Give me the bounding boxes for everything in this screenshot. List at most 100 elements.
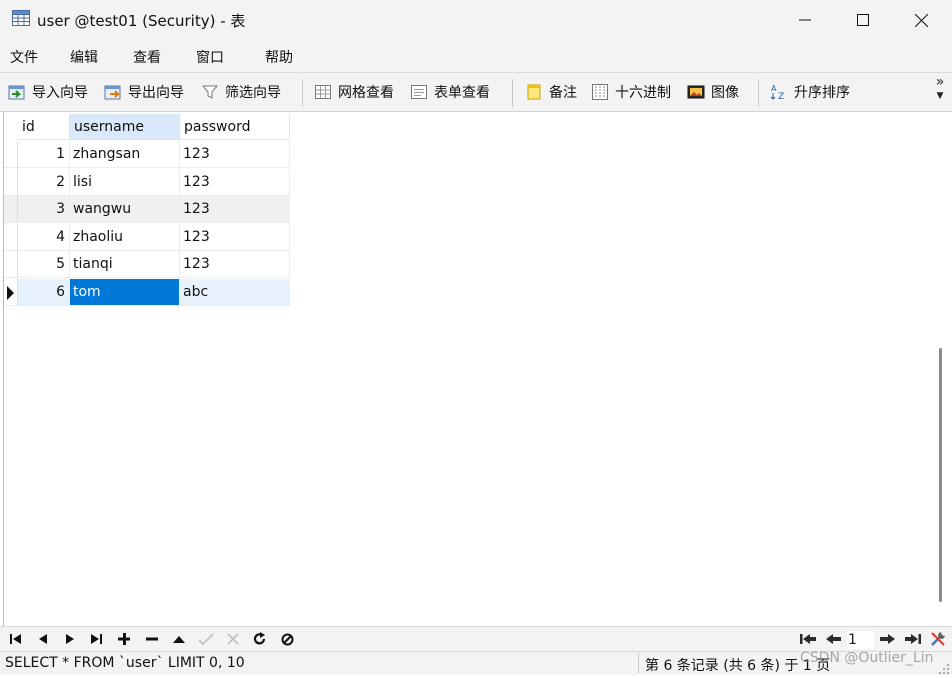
row-indicator[interactable] (4, 279, 18, 306)
minimize-button[interactable] (776, 0, 834, 40)
cell-password[interactable]: 123 (180, 224, 290, 251)
cell-password[interactable]: 123 (180, 141, 290, 168)
note-icon (525, 83, 543, 101)
sort-ascending-icon: AZ (770, 83, 788, 102)
toolbar-more-button[interactable]: » ▼ (932, 75, 948, 109)
resize-grip-icon[interactable] (938, 660, 950, 674)
add-record-button[interactable] (113, 628, 135, 650)
grid-view-button[interactable]: 网格查看 (314, 79, 394, 105)
picture-icon (687, 83, 705, 101)
status-separator (638, 653, 639, 673)
maximize-icon (857, 14, 869, 26)
close-icon (914, 13, 928, 27)
page-number-input[interactable]: 1 (847, 631, 874, 649)
svg-text:A: A (771, 84, 777, 93)
cell-id[interactable]: 2 (18, 169, 70, 196)
column-header-password[interactable]: password (180, 114, 290, 140)
hex-button[interactable]: 十六进制 (591, 79, 671, 105)
cell-username[interactable]: zhaoliu (70, 224, 180, 251)
menu-view[interactable]: 查看 (133, 47, 161, 67)
menu-window[interactable]: 窗口 (196, 47, 224, 67)
prev-page-button[interactable] (823, 628, 845, 650)
grid-view-label: 网格查看 (338, 85, 394, 101)
selected-cell-username[interactable]: tom (70, 279, 180, 306)
cell-password[interactable]: 123 (180, 251, 290, 278)
apply-icon (173, 636, 185, 643)
menu-help[interactable]: 帮助 (265, 47, 293, 67)
row-indicator[interactable] (4, 224, 18, 251)
tools-icon (931, 632, 945, 646)
form-view-label: 表单查看 (434, 85, 490, 101)
export-wizard-label: 导出向导 (128, 85, 184, 101)
first-page-button[interactable] (797, 628, 819, 650)
column-header-username[interactable]: username (70, 114, 180, 140)
cell-username[interactable]: zhangsan (70, 141, 180, 168)
column-header-id[interactable]: id (18, 114, 70, 140)
import-icon (8, 83, 26, 101)
cancel-button[interactable] (222, 628, 244, 650)
cell-id[interactable]: 4 (18, 224, 70, 251)
scrollbar-thumb[interactable] (939, 348, 942, 602)
refresh-icon (253, 632, 266, 645)
menu-edit[interactable]: 编辑 (70, 47, 98, 67)
delete-record-icon (146, 637, 158, 641)
refresh-button[interactable] (249, 628, 271, 650)
cell-password[interactable]: 123 (180, 169, 290, 196)
toolbar-separator (302, 79, 303, 107)
cell-username[interactable]: lisi (70, 169, 180, 196)
cell-id[interactable]: 1 (18, 141, 70, 168)
image-button[interactable]: 图像 (687, 79, 739, 105)
import-wizard-button[interactable]: 导入向导 (8, 79, 88, 105)
cell-username[interactable]: wangwu (70, 196, 180, 223)
export-wizard-button[interactable]: 导出向导 (104, 79, 184, 105)
prev-record-button[interactable] (32, 628, 54, 650)
next-record-icon (66, 634, 74, 644)
next-record-button[interactable] (59, 628, 81, 650)
row-indicator[interactable] (4, 141, 18, 168)
toolbar-separator (758, 79, 759, 107)
memo-button[interactable]: 备注 (525, 79, 577, 105)
maximize-button[interactable] (834, 0, 892, 40)
form-view-button[interactable]: 表单查看 (410, 79, 490, 105)
cell-password[interactable]: abc (180, 279, 290, 306)
last-page-button[interactable] (902, 628, 924, 650)
confirm-icon (198, 633, 214, 645)
form-icon (410, 83, 428, 101)
current-row-arrow-icon (7, 286, 14, 300)
apply-button[interactable] (168, 628, 190, 650)
svg-text:Z: Z (778, 92, 784, 101)
stop-button[interactable] (276, 628, 298, 650)
delete-record-button[interactable] (141, 628, 163, 650)
confirm-button[interactable] (195, 628, 217, 650)
cell-id[interactable]: 6 (18, 279, 70, 306)
cell-username[interactable]: tianqi (70, 251, 180, 278)
next-page-button[interactable] (876, 628, 898, 650)
window-title: user @test01 (Security) - 表 (37, 12, 246, 30)
row-indicator[interactable] (4, 251, 18, 278)
row-indicator[interactable] (4, 169, 18, 196)
row-indicator[interactable] (4, 196, 18, 223)
chevron-down-icon: ▼ (936, 91, 944, 101)
import-wizard-label: 导入向导 (32, 85, 88, 101)
filter-wizard-button[interactable]: 筛选向导 (201, 79, 281, 105)
chevron-right-double-icon: » (935, 74, 945, 90)
last-record-icon (91, 634, 102, 644)
next-page-icon (880, 634, 895, 644)
grid-icon (314, 83, 332, 101)
menu-file[interactable]: 文件 (10, 47, 38, 67)
sort-ascending-button[interactable]: AZ 升序排序 (770, 79, 850, 105)
hex-label: 十六进制 (615, 85, 671, 101)
prev-page-icon (826, 634, 841, 644)
toolbar-separator (512, 79, 513, 107)
last-record-button[interactable] (85, 628, 107, 650)
close-button[interactable] (892, 0, 950, 40)
add-record-icon (118, 633, 130, 645)
minimize-icon (799, 19, 811, 21)
first-record-button[interactable] (5, 628, 27, 650)
settings-button[interactable] (927, 628, 949, 650)
cell-id[interactable]: 3 (18, 196, 70, 223)
cell-id[interactable]: 5 (18, 251, 70, 278)
image-label: 图像 (711, 85, 739, 101)
cell-password[interactable]: 123 (180, 196, 290, 223)
first-record-icon (10, 634, 21, 644)
